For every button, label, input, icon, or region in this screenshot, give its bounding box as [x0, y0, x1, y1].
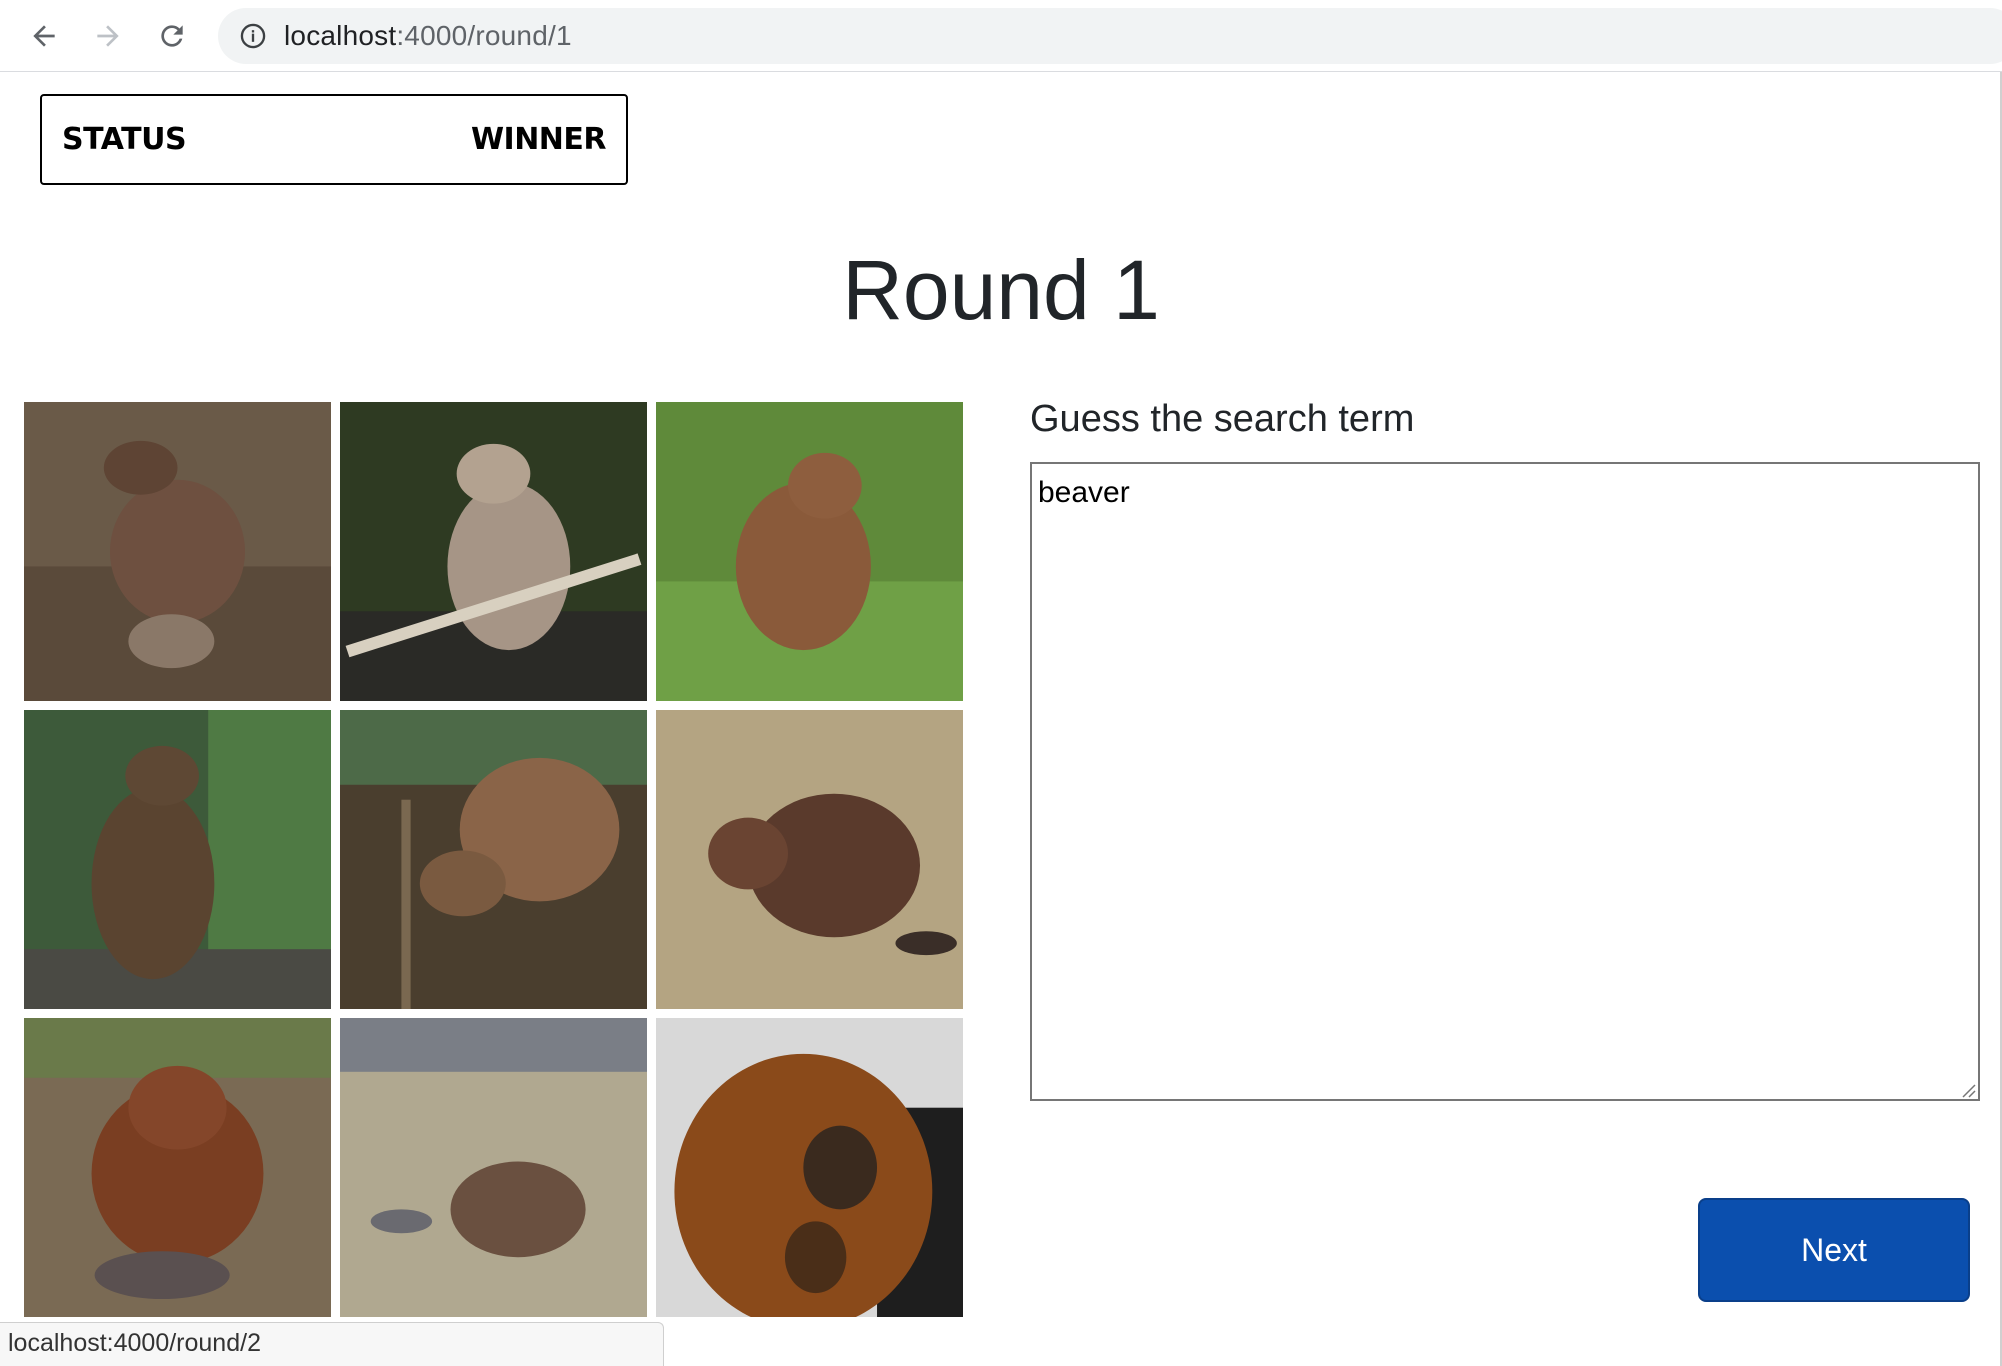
- arrow-left-icon: [33, 25, 55, 47]
- info-icon[interactable]: [238, 21, 268, 51]
- beaver-image-5: [340, 710, 647, 1009]
- image-grid: [24, 402, 966, 1318]
- reload-button[interactable]: [150, 14, 194, 58]
- url-text: localhost:4000/round/1: [284, 20, 572, 52]
- next-button[interactable]: Next: [1698, 1198, 1970, 1302]
- reload-icon: [161, 25, 183, 47]
- status-panel: STATUS WINNER: [40, 94, 628, 185]
- beaver-image-9: [656, 1018, 963, 1317]
- resize-grip-icon[interactable]: [1960, 1082, 1976, 1098]
- link-status-bubble: localhost:4000/round/2: [0, 1322, 664, 1366]
- beaver-image-6: [656, 710, 963, 1009]
- status-label: STATUS: [62, 122, 187, 157]
- beaver-image-3: [656, 402, 963, 701]
- url-host: localhost: [284, 20, 397, 51]
- beaver-image-7: [24, 1018, 331, 1317]
- address-bar[interactable]: localhost:4000/round/1: [218, 8, 2002, 64]
- guess-input[interactable]: beaver: [1030, 462, 1980, 1101]
- beaver-image-2: [340, 402, 647, 701]
- beaver-image-1: [24, 402, 331, 701]
- guess-label: Guess the search term: [1030, 398, 1415, 440]
- winner-label: WINNER: [470, 122, 607, 157]
- beaver-image-8: [340, 1018, 647, 1317]
- beaver-image-4: [24, 710, 331, 1009]
- forward-button[interactable]: [86, 14, 130, 58]
- back-button[interactable]: [22, 14, 66, 58]
- browser-toolbar: localhost:4000/round/1: [0, 0, 2002, 72]
- page-title: Round 1: [842, 243, 1160, 337]
- arrow-right-icon: [97, 25, 119, 47]
- url-path: :4000/round/1: [396, 20, 572, 51]
